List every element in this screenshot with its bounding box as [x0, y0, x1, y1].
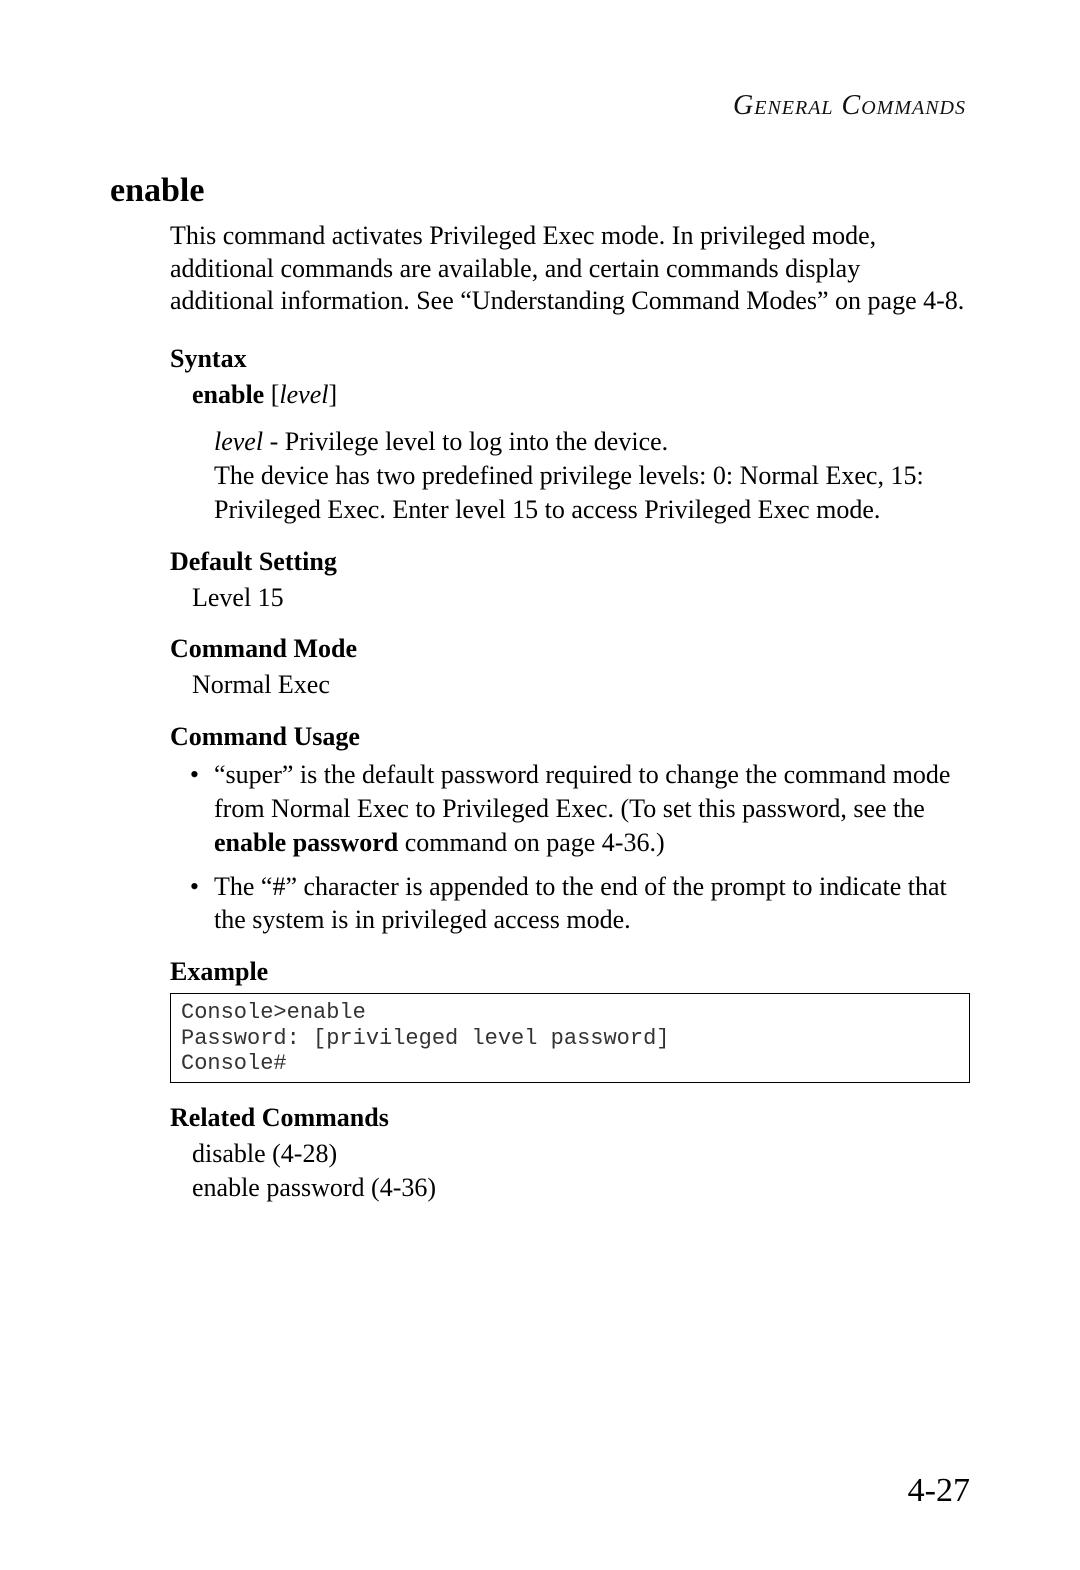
related-command-2: enable password (4-36): [192, 1171, 970, 1205]
syntax-heading: Syntax: [170, 344, 970, 374]
related-command-1: disable (4-28): [192, 1137, 970, 1171]
command-mode-heading: Command Mode: [170, 634, 970, 664]
example-heading: Example: [170, 957, 970, 987]
syntax-command: enable: [192, 380, 264, 409]
page-number: 4-27: [908, 1472, 970, 1510]
default-setting-value: Level 15: [192, 581, 970, 615]
syntax-param-description: level - Privilege level to log into the …: [214, 425, 970, 526]
param-name: level: [214, 427, 263, 456]
related-commands-heading: Related Commands: [170, 1103, 970, 1133]
command-title: enable: [110, 172, 970, 210]
command-description: This command activates Privileged Exec m…: [170, 220, 970, 318]
usage-item-1-bold: enable password: [214, 828, 398, 857]
page-container: General Commands enable This command act…: [0, 0, 1080, 1570]
usage-item-1-post: command on page 4-36.): [398, 828, 664, 857]
syntax-bracket-open: [: [264, 380, 279, 409]
syntax-bracket-close: ]: [328, 380, 337, 409]
example-code: Console>enable Password: [privileged lev…: [170, 993, 970, 1083]
usage-item-2-text: The “#” character is appended to the end…: [214, 872, 947, 935]
command-mode-value: Normal Exec: [192, 668, 970, 702]
command-usage-list: “super” is the default password required…: [212, 758, 970, 937]
header-section-label: General Commands: [110, 90, 970, 122]
usage-item-2: The “#” character is appended to the end…: [212, 870, 970, 938]
usage-item-1-pre: “super” is the default password required…: [214, 760, 950, 823]
body-content: This command activates Privileged Exec m…: [170, 220, 970, 1205]
param-sep: -: [263, 427, 285, 456]
param-desc-first: Privilege level to log into the device.: [285, 427, 668, 456]
param-desc-rest: The device has two predefined privilege …: [214, 461, 924, 524]
command-usage-heading: Command Usage: [170, 722, 970, 752]
syntax-line: enable [level]: [192, 378, 970, 412]
usage-item-1: “super” is the default password required…: [212, 758, 970, 859]
default-setting-heading: Default Setting: [170, 547, 970, 577]
syntax-param: level: [279, 380, 328, 409]
